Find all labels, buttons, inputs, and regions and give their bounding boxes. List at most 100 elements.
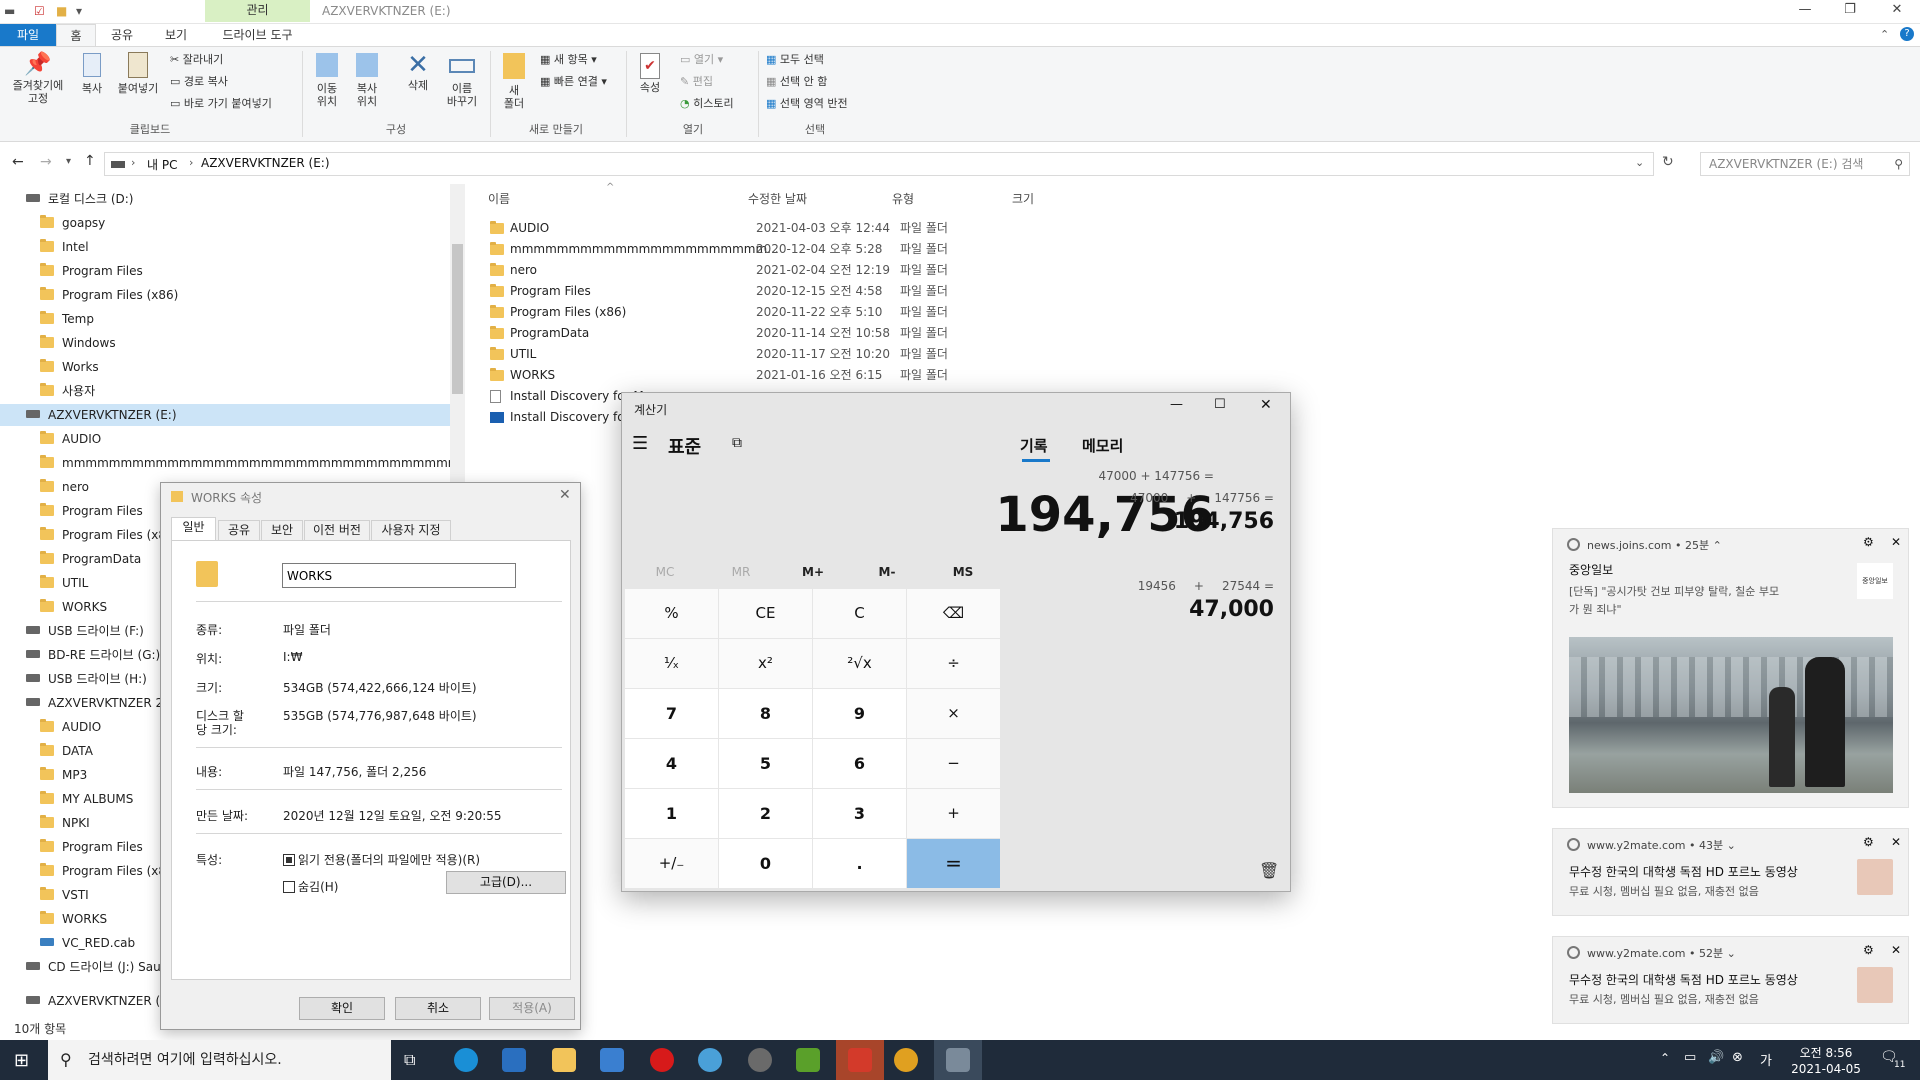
- key-subtract[interactable]: −: [907, 739, 1000, 788]
- nav-item[interactable]: WORKS: [40, 596, 107, 618]
- key-digit-6[interactable]: 6: [813, 739, 906, 788]
- pin-quick-access-button[interactable]: 📌 즐겨찾기에 고정: [6, 51, 70, 105]
- app-icon[interactable]: [698, 1048, 722, 1072]
- minimize-button[interactable]: —: [1790, 2, 1820, 17]
- key-backspace[interactable]: ⌫: [907, 589, 1000, 638]
- nav-item[interactable]: NPKI: [40, 812, 90, 834]
- invert-selection-button[interactable]: ▦ 선택 영역 반전: [766, 97, 848, 111]
- key-decimal[interactable]: .: [813, 839, 906, 888]
- calculator-icon[interactable]: [946, 1048, 970, 1072]
- key-digit-9[interactable]: 9: [813, 689, 906, 738]
- tab-sharing[interactable]: 공유: [218, 520, 260, 541]
- store-icon[interactable]: [502, 1048, 526, 1072]
- paste-shortcut-button[interactable]: ▭ 바로 가기 붙여넣기: [170, 97, 272, 111]
- memory-button-m[interactable]: M-: [852, 565, 922, 579]
- select-all-button[interactable]: ▦ 모두 선택: [766, 53, 824, 67]
- nav-item[interactable]: Temp: [40, 308, 94, 330]
- opera-icon[interactable]: [650, 1048, 674, 1072]
- back-arrow-icon[interactable]: ←: [12, 154, 24, 170]
- history-result[interactable]: 194,756: [1002, 509, 1274, 534]
- select-none-button[interactable]: ▦ 선택 안 함: [766, 75, 827, 89]
- maximize-button[interactable]: ❐: [1835, 2, 1865, 17]
- taskbar-search-input[interactable]: ⚲ 검색하려면 여기에 입력하십시오.: [48, 1040, 391, 1080]
- ok-button[interactable]: 확인: [299, 997, 385, 1020]
- key-square[interactable]: x²: [719, 639, 812, 688]
- file-row[interactable]: mmmmmmmmmmmmmmmmmmmmmm... 2020-12-04 오후 5…: [488, 239, 1488, 260]
- tab-drive-tools[interactable]: 드라이브 도구: [210, 24, 305, 46]
- chrome-taskbar-icon[interactable]: [894, 1048, 918, 1072]
- hidden-checkbox[interactable]: 숨김(H): [283, 878, 338, 895]
- key-reciprocal[interactable]: ¹⁄ₓ: [625, 639, 718, 688]
- memory-button-mr[interactable]: MR: [706, 565, 776, 579]
- mail-icon[interactable]: [600, 1048, 624, 1072]
- move-to-button[interactable]: 이동 위치: [308, 51, 346, 108]
- key-equals[interactable]: =: [907, 839, 1000, 888]
- key-add[interactable]: +: [907, 789, 1000, 838]
- start-windows-icon[interactable]: ⊞: [14, 1050, 29, 1071]
- breadcrumb-pc[interactable]: 내 PC: [147, 156, 177, 173]
- copy-button[interactable]: 복사: [74, 51, 110, 95]
- nav-item[interactable]: WORKS: [40, 908, 107, 930]
- close-button[interactable]: ✕: [1882, 2, 1912, 17]
- nav-scroll-thumb[interactable]: [452, 244, 463, 394]
- rename-button[interactable]: 이름 바꾸기: [440, 51, 484, 108]
- nav-item[interactable]: mmmmmmmmmmmmmmmmmmmmmmmmmmmmmmmmmmmmmmmm…: [40, 452, 465, 474]
- nav-item[interactable]: VC_RED.cab: [40, 932, 135, 954]
- properties-close-icon[interactable]: ✕: [559, 487, 571, 503]
- calc-maximize-button[interactable]: ☐: [1214, 397, 1226, 412]
- volume-icon[interactable]: 🔊: [1708, 1050, 1724, 1065]
- key-digit-7[interactable]: 7: [625, 689, 718, 738]
- nav-item[interactable]: Program Files (x86: [40, 860, 174, 882]
- notification-news[interactable]: news.joins.com • 25분 ⌃ ⚙ ✕ 중앙일보 [단독] "공시…: [1552, 528, 1909, 808]
- address-input[interactable]: › 내 PC › AZXVERVKTNZER (E:) ⌄: [104, 152, 1654, 176]
- customize-quick-access-icon[interactable]: ▾: [76, 4, 82, 18]
- recent-locations-icon[interactable]: ▾: [66, 156, 71, 167]
- apply-button[interactable]: 적용(A): [489, 997, 575, 1020]
- memory-button-ms[interactable]: MS: [928, 565, 998, 579]
- ime-icon[interactable]: 가: [1760, 1050, 1772, 1069]
- memory-button-mplus[interactable]: M+: [778, 565, 848, 579]
- network-icon[interactable]: ▭: [1684, 1050, 1696, 1065]
- tab-home[interactable]: 홈: [56, 24, 96, 46]
- new-item-button[interactable]: ▦ 새 항목 ▾: [540, 53, 597, 67]
- history-result[interactable]: 47,000: [1002, 597, 1274, 622]
- new-folder-button[interactable]: 새 폴더: [496, 51, 532, 110]
- nav-item[interactable]: USB 드라이브 (F:): [26, 620, 144, 642]
- tab-history[interactable]: 기록: [1020, 435, 1048, 456]
- notif-close-icon[interactable]: ✕: [1891, 835, 1901, 849]
- up-arrow-icon[interactable]: ↑: [84, 153, 96, 169]
- file-row[interactable]: nero 2021-02-04 오전 12:19 파일 폴더: [488, 260, 1488, 281]
- tab-view[interactable]: 보기: [156, 24, 196, 46]
- nav-item[interactable]: 로컬 디스크 (D:): [26, 188, 133, 210]
- key-clear-entry[interactable]: CE: [719, 589, 812, 638]
- nav-item-bottom-drive[interactable]: AZXVERVKTNZER (E:): [26, 990, 177, 1012]
- new-folder-quick-icon[interactable]: ■: [56, 4, 67, 18]
- column-header-date[interactable]: 수정한 날짜: [748, 190, 807, 207]
- cancel-button[interactable]: 취소: [395, 997, 481, 1020]
- notif-settings-icon[interactable]: ⚙: [1863, 835, 1874, 849]
- nav-item[interactable]: BD-RE 드라이브 (G:): [26, 644, 160, 666]
- file-row[interactable]: WORKS 2021-01-16 오전 6:15 파일 폴더: [488, 365, 1488, 386]
- nav-item[interactable]: Program Files: [40, 836, 143, 858]
- clear-history-trash-icon[interactable]: 🗑: [1259, 861, 1279, 880]
- column-header-size[interactable]: 크기: [1012, 190, 1034, 207]
- file-row[interactable]: ProgramData 2020-11-14 오전 10:58 파일 폴더: [488, 323, 1488, 344]
- task-view-icon[interactable]: ⧉: [404, 1050, 415, 1070]
- key-digit-1[interactable]: 1: [625, 789, 718, 838]
- file-row[interactable]: Program Files (x86) 2020-11-22 오후 5:10 파일 …: [488, 302, 1488, 323]
- edge-icon[interactable]: [454, 1048, 478, 1072]
- properties-quick-icon[interactable]: ☑: [34, 4, 45, 18]
- cut-button[interactable]: ✂ 잘라내기: [170, 53, 223, 67]
- tab-memory[interactable]: 메모리: [1082, 435, 1123, 456]
- nav-item[interactable]: Program Files (x86): [40, 284, 178, 306]
- clock-time[interactable]: 오전 8:56: [1790, 1044, 1862, 1061]
- key-clear[interactable]: C: [813, 589, 906, 638]
- collapse-ribbon-icon[interactable]: ⌃: [1880, 28, 1889, 41]
- copy-to-button[interactable]: 복사 위치: [348, 51, 386, 108]
- edit-button[interactable]: ✎ 편집: [680, 75, 713, 89]
- key-digit-3[interactable]: 3: [813, 789, 906, 838]
- tab-share[interactable]: 공유: [102, 24, 142, 46]
- tab-security[interactable]: 보안: [261, 520, 303, 541]
- folder-name-input[interactable]: [282, 563, 516, 588]
- nav-item[interactable]: Program Files: [40, 260, 143, 282]
